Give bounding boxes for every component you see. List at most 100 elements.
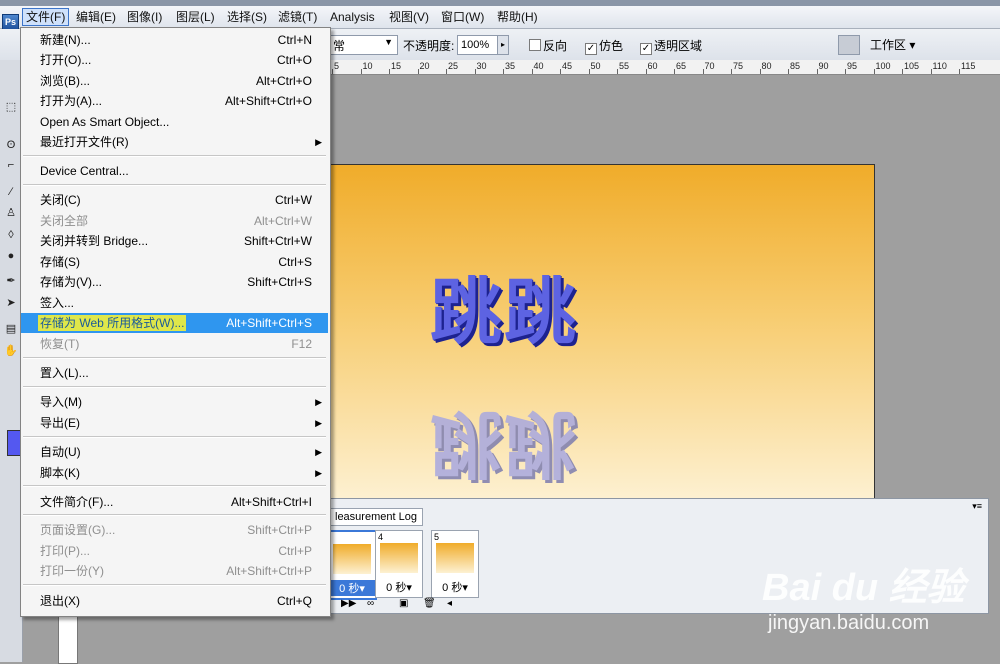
palette-well-icon[interactable] [838,35,860,55]
lasso-tool-icon[interactable]: ʘ [4,138,18,152]
tween-icon[interactable]: ∞ [367,598,374,609]
pen-tool-icon[interactable]: ✒ [4,274,18,288]
menu-separator [23,386,326,388]
brush-tool-icon[interactable]: ∕ [4,185,18,199]
animation-frame[interactable]: 5 0 秒▾ [431,530,479,598]
menu-bar: Ps 文件(F) 编辑(E) 图像(I) 图层(L) 选择(S) 滤镜(T) A… [0,6,1000,31]
menu-item-shortcut: Ctrl+N [277,33,312,47]
menu-item-shortcut: Alt+Shift+Ctrl+O [224,94,312,108]
file-menu-item[interactable]: 存储为 Web 所用格式(W)... Alt+Shift+Ctrl+S [21,313,328,333]
file-menu-item[interactable]: 签入... [21,293,328,313]
ruler-tick [588,69,590,74]
menu-item-shortcut: Alt+Shift+Ctrl+I [230,495,312,509]
opacity-input[interactable]: 100% ▸ [457,35,509,55]
menu-item-label: 浏览(B)... [40,74,90,88]
dither-checkbox[interactable]: ✓ 仿色 [585,37,623,55]
ruler-tick-label: 95 [847,61,858,71]
ruler-tick-label: 85 [790,61,801,71]
file-menu-item[interactable]: Open As Smart Object... [21,112,328,132]
menu-item-label: 打开(O)... [40,53,92,67]
ruler-tick-label: 25 [448,61,459,71]
menu-item-label: 存储为 Web 所用格式(W)... [38,315,187,331]
file-menu-item[interactable]: 打开(O)... Ctrl+O [21,50,328,70]
file-menu-item[interactable]: 导入(M) ▶ [21,392,328,412]
new-frame-icon[interactable]: ▣ [399,598,408,609]
stamp-tool-icon[interactable]: ♙ [4,206,18,220]
file-menu-item[interactable]: 导出(E) ▶ [21,413,328,433]
menu-separator [23,514,326,516]
file-menu-item[interactable]: 最近打开文件(R) ▶ [21,132,328,152]
ruler-tick-label: 35 [505,61,516,71]
file-menu-item[interactable]: 打开为(A)... Alt+Shift+Ctrl+O [21,91,328,111]
file-menu-item[interactable]: 文件简介(F)... Alt+Shift+Ctrl+I [21,492,328,512]
menu-item-label: 关闭(C) [40,193,81,207]
menu-item-shortcut: Shift+Ctrl+S [247,275,312,289]
ruler-tick-label: 115 [961,61,976,71]
reverse-checkbox[interactable]: 反向 [529,37,567,54]
file-menu-item[interactable]: 新建(N)... Ctrl+N [21,30,328,50]
menu-layer[interactable]: 图层(L) [176,9,215,25]
menu-item-label: 签入... [40,296,75,310]
panel-menu-icon[interactable]: ▾≡ [972,501,982,512]
reverse-label: 反向 [543,39,568,53]
blur-tool-icon[interactable]: ● [4,249,18,263]
file-menu-item[interactable]: 自动(U) ▶ [21,442,328,462]
frame-delay[interactable]: 0 秒▾ [432,579,478,595]
file-menu-item[interactable]: 存储为(V)... Shift+Ctrl+S [21,272,328,292]
menu-select[interactable]: 选择(S) [227,9,267,25]
ruler-tick [902,69,903,74]
file-menu-item[interactable]: 退出(X) Ctrl+Q [21,591,328,611]
menu-image[interactable]: 图像(I) [127,9,162,25]
ruler-tick [873,69,875,74]
frame-delay[interactable]: 0 秒▾ [329,580,375,596]
animation-frame[interactable]: 0 秒▾ [327,530,377,600]
menu-separator [23,184,326,186]
menu-edit[interactable]: 编辑(E) [76,9,116,25]
animation-frame[interactable]: 4 0 秒▾ [375,530,423,598]
menu-item-label: 打印一份(Y) [40,564,104,578]
ruler-tick [845,69,846,74]
menu-file[interactable]: 文件(F) [22,8,70,26]
hand-tool-icon[interactable]: ✋ [4,344,18,358]
menu-item-label: 文件简介(F)... [40,495,114,509]
ruler-tick-label: 15 [391,61,402,71]
ruler-tick-label: 70 [704,61,715,71]
frame-delay[interactable]: 0 秒▾ [376,579,422,595]
file-menu-item[interactable]: 置入(L)... [21,363,328,383]
file-menu-item[interactable]: 关闭并转到 Bridge... Shift+Ctrl+W [21,231,328,251]
file-menu-item[interactable]: 存储(S) Ctrl+S [21,252,328,272]
menu-item-label: 打印(P)... [40,544,90,558]
menu-item-label: 打开为(A)... [40,94,102,108]
transparency-checkbox[interactable]: ✓ 透明区域 [640,37,702,55]
delete-frame-icon[interactable]: 🗑 [423,598,436,609]
chevron-right-icon[interactable]: ▸ [497,36,508,54]
menu-separator [23,584,326,586]
move-tool-icon[interactable]: ➤ [4,296,18,310]
menu-window[interactable]: 窗口(W) [441,9,484,25]
canvas-text-reflection: 跳跳 [430,401,579,485]
menu-filter[interactable]: 滤镜(T) [278,9,317,25]
scroll-left-icon[interactable]: ◂ [447,598,452,609]
notes-tool-icon[interactable]: ▤ [4,322,18,336]
mode-select[interactable]: 常 ▼ [330,35,398,55]
file-menu-item[interactable]: 浏览(B)... Alt+Ctrl+O [21,71,328,91]
menu-view[interactable]: 视图(V) [389,9,429,25]
play-icon[interactable]: ▶▶ [341,598,356,609]
menu-analysis[interactable]: Analysis [330,9,375,25]
file-menu-item[interactable]: Device Central... [21,161,328,181]
frame-thumbnail [380,543,418,573]
ruler-tick [474,69,476,74]
file-menu-item[interactable]: 关闭(C) Ctrl+W [21,190,328,210]
crop-tool-icon[interactable]: ⌐ [4,158,18,172]
file-menu-item[interactable]: 脚本(K) ▶ [21,463,328,483]
eraser-tool-icon[interactable]: ◊ [4,228,18,242]
ruler-tick-label: 30 [476,61,487,71]
document-canvas[interactable]: 跳跳 跳跳 [330,164,875,501]
marquee-tool-icon[interactable]: ⬚ [4,100,18,114]
workspace-button[interactable]: 工作区 ▾ [870,35,932,55]
ruler-tick [446,69,447,74]
tab-measurement-log[interactable]: leasurement Log [329,508,423,526]
menu-item-label: Open As Smart Object... [40,115,170,129]
menu-item-label: 恢复(T) [40,337,80,351]
menu-help[interactable]: 帮助(H) [497,9,538,25]
